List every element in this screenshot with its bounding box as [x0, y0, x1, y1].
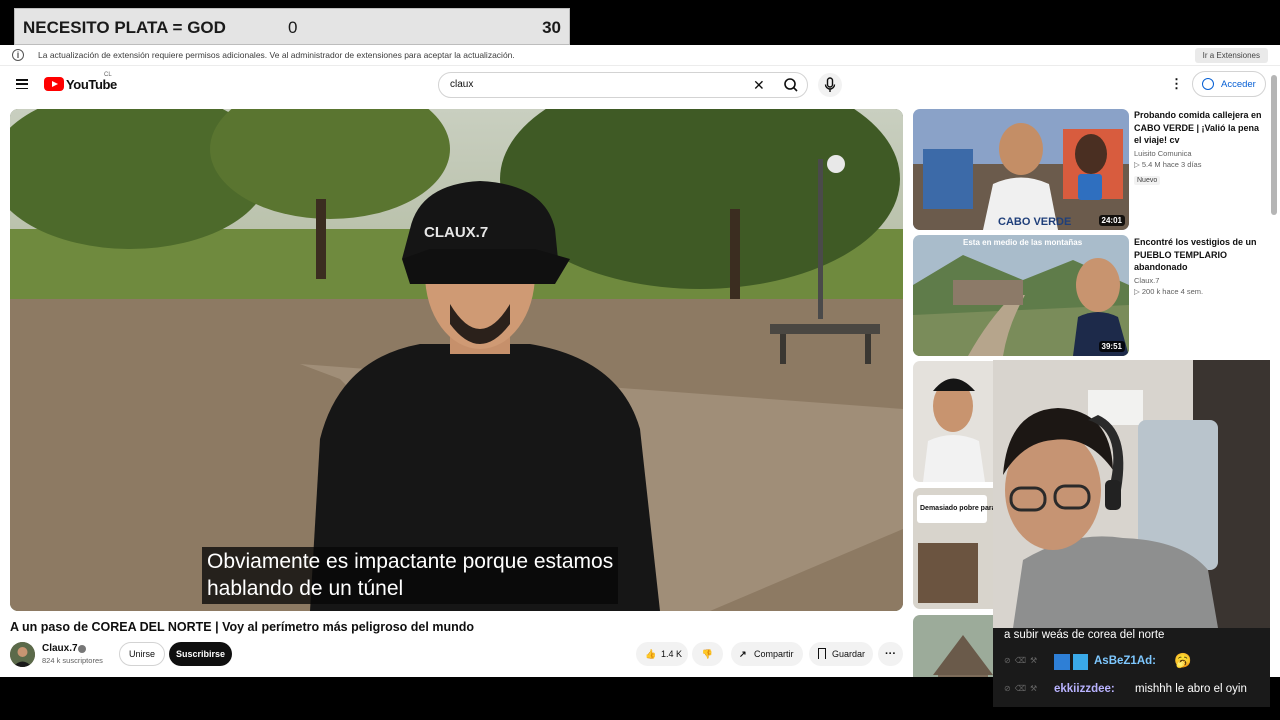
webcam-overlay: [993, 360, 1270, 628]
stream-chat-overlay: a subir weás de corea del norte ⊘⌫⚒ AsBe…: [993, 628, 1270, 707]
voice-search-button[interactable]: [818, 73, 842, 97]
video-player[interactable]: CLAUX.7 Obviamente es impactante porque …: [10, 109, 903, 611]
thumbs-down-icon: 👎: [701, 649, 714, 659]
rec-stats: ▷ 5.4 M hace 3 días: [1134, 159, 1202, 169]
info-icon: i: [12, 49, 24, 61]
search-box[interactable]: claux ✕: [438, 72, 808, 98]
rec-meta-1[interactable]: Probando comida callejera en CABO VERDE …: [1134, 109, 1264, 187]
share-label: Compartir: [754, 649, 794, 659]
dislike-button[interactable]: 👎: [692, 642, 723, 666]
youtube-play-icon: [44, 77, 64, 91]
signin-button[interactable]: Acceder: [1192, 71, 1266, 97]
subtitle-line-1: Obviamente es impactante porque estamos: [207, 550, 614, 573]
rec-title[interactable]: Encontré los vestigios de un PUEBLO TEMP…: [1134, 236, 1264, 274]
avatar-image: [10, 642, 35, 667]
chat-username: AsBeZ1Ad:: [1094, 655, 1156, 667]
cube-badge-icon: [1073, 654, 1088, 670]
counter-value-left: 0: [288, 18, 298, 37]
thumbnail-caption: CABO VERDE: [998, 216, 1071, 228]
rec-thumbnail-1[interactable]: CABO VERDE 24:01: [913, 109, 1129, 230]
share-icon: ↗: [739, 649, 747, 659]
subscribe-button[interactable]: Suscribirse: [169, 642, 232, 666]
close-icon[interactable]: ✕: [753, 77, 765, 93]
chat-username: ekkiizzdee:: [1054, 683, 1115, 695]
share-button[interactable]: ↗ Compartir: [731, 642, 803, 666]
moderation-icons: ⊘⌫⚒: [1004, 684, 1042, 693]
duration-badge: 24:01: [1098, 215, 1125, 226]
page-scrollbar[interactable]: [1271, 75, 1277, 215]
logo-text: YouTube: [66, 76, 117, 92]
hamburger-icon[interactable]: [16, 79, 28, 90]
save-label: Guardar: [832, 649, 866, 659]
new-badge: Nuevo: [1134, 175, 1161, 185]
screen: NECESITO PLATA = GOD 0 30 i La actualiza…: [0, 0, 1280, 720]
thumbnail-caption: Esta en medio de las montañas: [963, 238, 1083, 247]
rec-thumbnail-2[interactable]: Esta en medio de las montañas 39:51: [913, 235, 1129, 356]
chat-message-1: a subir weás de corea del norte: [1004, 629, 1165, 641]
go-to-extensions-button[interactable]: Ir a Extensiones: [1194, 48, 1268, 63]
youtube-header: YouTube CL claux ✕ ⋮ Acceder: [0, 66, 1280, 106]
rec-meta-2[interactable]: Encontré los vestigios de un PUEBLO TEMP…: [1134, 236, 1264, 296]
rec-stats: ▷ 200 k hace 4 sem.: [1134, 286, 1204, 296]
thumbnail-image: CABO VERDE: [913, 109, 1129, 230]
svg-text:CLAUX.7: CLAUX.7: [424, 224, 488, 241]
join-button[interactable]: Unirse: [119, 642, 165, 666]
search-input[interactable]: claux: [450, 79, 473, 90]
microphone-icon: [824, 77, 836, 92]
signin-label: Acceder: [1221, 79, 1256, 90]
thumbs-up-icon: 👍: [645, 649, 657, 659]
subtitle-line-2: hablando de un túnel: [207, 576, 404, 600]
settings-more-icon[interactable]: ⋮: [1170, 76, 1183, 92]
chat-message-text: mishhh le abro el oyin: [1135, 683, 1247, 695]
verified-icon: [78, 645, 86, 653]
video-frame: CLAUX.7: [10, 109, 903, 611]
bookmark-icon: [818, 648, 826, 659]
chat-row-2: ⊘⌫⚒ AsBeZ1Ad: 🥱: [1004, 652, 1266, 672]
video-subtitle: Obviamente es impactante porque estamos …: [202, 547, 619, 604]
webcam-image: [993, 360, 1270, 628]
rec-channel[interactable]: Luisito Comunica: [1134, 149, 1264, 158]
badge-icon: [1054, 654, 1070, 670]
chat-row-3: ⊘⌫⚒ ekkiizzdee: mishhh le abro el oyin: [1004, 680, 1266, 700]
channel-name[interactable]: Claux.7: [42, 643, 78, 654]
counter-label: NECESITO PLATA = GOD: [23, 18, 226, 37]
country-code: CL: [104, 72, 112, 78]
duration-badge: 39:51: [1098, 341, 1125, 352]
save-button[interactable]: Guardar: [809, 642, 873, 666]
thumbnail-image: Esta en medio de las montañas: [913, 235, 1129, 356]
rec-channel[interactable]: Claux.7: [1134, 276, 1264, 285]
youtube-logo[interactable]: YouTube CL: [44, 72, 117, 92]
extension-infobar: i La actualización de extensión requiere…: [0, 45, 1280, 66]
account-icon: [1202, 78, 1214, 90]
stream-counter-overlay: NECESITO PLATA = GOD 0 30: [14, 8, 570, 45]
subscriber-count: 824 k suscriptores: [42, 656, 103, 665]
moderation-icons: ⊘⌫⚒: [1004, 656, 1042, 665]
like-button[interactable]: 👍 1.4 K: [636, 642, 688, 666]
like-count: 1.4 K: [661, 649, 683, 659]
counter-value-right: 30: [542, 18, 561, 37]
emote-icon: 🥱: [1174, 652, 1192, 668]
search-icon: [784, 78, 798, 92]
video-title: A un paso de COREA DEL NORTE | Voy al pe…: [10, 620, 474, 634]
search-button[interactable]: [775, 73, 808, 97]
rec-title[interactable]: Probando comida callejera en CABO VERDE …: [1134, 109, 1264, 147]
infobar-message: La actualización de extensión requiere p…: [38, 50, 515, 60]
more-horizontal-icon[interactable]: ···: [878, 642, 903, 666]
channel-avatar[interactable]: [10, 642, 35, 667]
